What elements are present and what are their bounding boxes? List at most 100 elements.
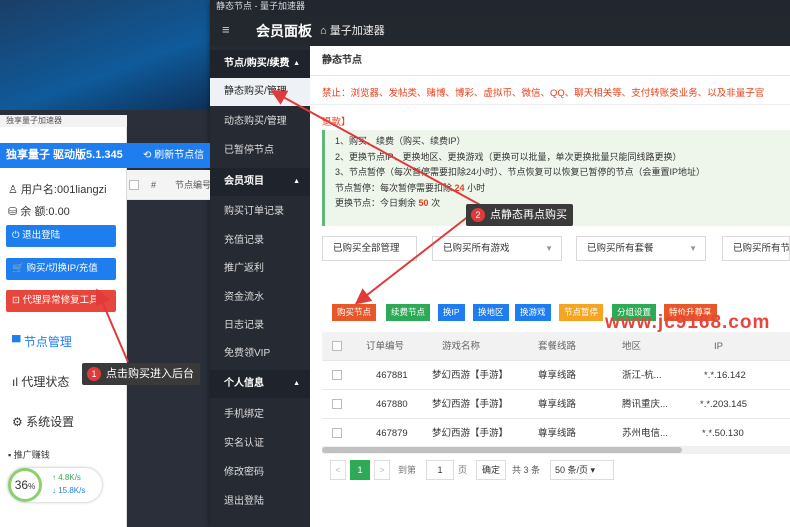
client-app-name: 独享量子 驱动版5.1.345 [0,143,127,168]
game-name: 梦幻西游【手游】 [432,399,509,410]
nav-group-profile[interactable]: 个人信息 [210,370,310,398]
top-bar: ≡ 会员面板 ⌂ 量子加速器 [210,14,790,46]
username: ♙ 用户名:001liangzi [8,184,107,196]
nav-group-member[interactable]: 会员项目 [210,168,310,196]
nav-logs[interactable]: 日志记录 [210,312,310,340]
table-header: 订单编号 游戏名称 套餐线路 地区 IP [322,332,790,361]
confirm-button[interactable]: 确定 [476,460,506,480]
filter-nodes[interactable]: 已购买所有节 [722,236,790,261]
order-no: 467880 [376,399,408,410]
menu-proxy-status[interactable]: ıl 代理状态 [12,373,69,390]
region: 苏州电信... [622,428,668,439]
side-nav: 节点/购买/续费 静态购买/管理 动态购买/管理 已暂停节点 会员项目 购买订单… [210,46,310,527]
nav-referral[interactable]: 推广返利 [210,255,310,283]
filter-packages[interactable]: 已购买所有套餐 ▼ [576,236,706,261]
table-row[interactable]: 467879 梦幻西游【手游】 尊享线路 苏州电信... *.*.50.130 [322,419,790,448]
page-input[interactable]: 1 [426,460,454,480]
filter-games[interactable]: 已购买所有游戏 ▼ [432,236,562,261]
table-row[interactable]: 467881 梦幻西游【手游】 尊享线路 浙江-杭... *.*.16.142 [322,361,790,390]
row-checkbox[interactable] [332,428,342,438]
filter-manage[interactable]: 已购买全部管理 [322,236,417,261]
home-link[interactable]: ⌂ 量子加速器 [320,22,385,38]
nav-password[interactable]: 修改密码 [210,459,310,487]
nav-group-nodes[interactable]: 节点/购买/续费 [210,50,310,78]
page-1[interactable]: 1 [350,460,370,480]
menu-toggle-icon[interactable]: ≡ [222,22,230,37]
nav-realname[interactable]: 实名认证 [210,430,310,458]
region: 浙江-杭... [622,370,662,381]
nav-dynamic-buy[interactable]: 动态购买/管理 [210,108,310,136]
prohibited-notice: 禁止：浏览器、发帖类、赌博、博彩、虚拟币、微信、QQ、聊天相关等、支付转账类业务… [322,88,765,99]
nav-orders[interactable]: 购买订单记录 [210,198,310,226]
upload-speed: ↑ 4.8K/s [52,473,81,482]
total-count: 共 3 条 [512,465,541,475]
breadcrumb: 静态节点 [310,46,790,76]
member-panel-window: 静态节点 - 量子加速器 ≡ 会员面板 ⌂ 量子加速器 节点/购买/续费 静态购… [210,0,790,527]
main-content: 静态节点 禁止：浏览器、发帖类、赌博、博彩、虚拟币、微信、QQ、聊天相关等、支付… [310,46,790,527]
callout-static: 2 点静态再点购买 [466,204,573,226]
nav-phone[interactable]: 手机绑定 [210,401,310,429]
proxy-fix-button[interactable]: ⊡ 代理异常修复工具 [6,290,116,312]
pause-node-button[interactable]: 节点暂停 [559,304,604,321]
refund-note: 退款】 [322,117,351,128]
nav-static-buy[interactable]: 静态购买/管理 [210,78,310,106]
row-checkbox[interactable] [332,370,342,380]
menu-node-manage[interactable]: ▀ 节点管理 [12,333,72,350]
download-speed: ↓ 15.8K/s [52,486,86,495]
node-table-header: # 节点编号 [127,170,212,200]
client-app-window: 独享量子加速器 独享量子 驱动版5.1.345 ♙ 用户名:001liangzi… [0,115,127,527]
nav-funds[interactable]: 资金流水 [210,284,310,312]
chevron-down-icon: ▼ [689,244,697,253]
prev-page-icon[interactable]: < [330,460,346,480]
change-game-button[interactable]: 换游戏 [515,304,551,321]
speed-gauge: 36% ↑ 4.8K/s ↓ 15.8K/s [8,468,102,502]
scroll-thumb[interactable] [322,447,682,453]
checkbox[interactable] [129,180,139,190]
col-node-no: 节点编号 [175,180,212,190]
change-region-button[interactable]: 换地区 [473,304,509,321]
instruction-line: 1、购买、续费（购买、续费IP） [335,136,466,146]
ip: *.*.203.145 [700,399,748,410]
home-label: 量子加速器 [329,25,385,37]
user-icon: ♙ [8,184,21,196]
change-ip-button[interactable]: 换IP [438,304,465,321]
col-game[interactable]: 游戏名称 [442,332,480,361]
table-row[interactable]: 467880 梦幻西游【手游】 尊享线路 腾讯重庆... *.*.203.145 [322,390,790,419]
page-unit: 页 [458,465,468,475]
buy-node-button[interactable]: 购买节点 [332,304,377,321]
nav-logout[interactable]: 退出登陆 [210,488,310,516]
line-name: 尊享线路 [538,399,577,410]
monitor-icon: ▀ [12,335,24,349]
divider [310,104,790,105]
instruction-line: 3、节点暂停（每次暂停需要扣除24小时）、节点恢复可以恢复已暂停的节点（会重置I… [335,167,706,177]
next-page-icon[interactable]: > [374,460,390,480]
bars-icon: ıl [12,375,22,389]
renew-node-button[interactable]: 续费节点 [386,304,431,321]
refresh-nodes-button[interactable]: ⟲ 刷新节点信 [127,143,210,168]
watermark: www.jc9168.com [605,312,771,333]
nav-free-vip[interactable]: 免费领VIP [210,340,310,368]
client-title: 独享量子加速器 [0,115,127,127]
gear-icon: ⚙ [12,415,27,429]
col-region[interactable]: 地区 [622,332,641,361]
promo-link[interactable]: ▪ 推广赚钱 [8,448,50,461]
nav-paused-nodes[interactable]: 已暂停节点 [210,137,310,165]
chevron-down-icon: ▾ [590,465,596,475]
col-line[interactable]: 套餐线路 [538,332,576,361]
select-all-checkbox[interactable] [332,341,342,351]
client-logout-button[interactable]: ⏻ 退出登陆 [6,225,116,247]
menu-settings[interactable]: ⚙ 系统设置 [12,413,74,430]
col-order-no[interactable]: 订单编号 [366,332,404,361]
page-size-select[interactable]: 50 条/页 ▾ [550,460,614,480]
goto-label: 到第 [398,465,417,475]
game-name: 梦幻西游【手游】 [432,370,509,381]
col-hash: # [151,180,157,190]
client-buy-button[interactable]: 🛒 购买/切换IP/充值 [6,258,116,280]
nav-recharge[interactable]: 充值记录 [210,227,310,255]
game-name: 梦幻西游【手游】 [432,428,509,439]
row-checkbox[interactable] [332,399,342,409]
horizontal-scrollbar[interactable] [322,446,790,454]
line-name: 尊享线路 [538,370,577,381]
window-title: 静态节点 - 量子加速器 [210,0,790,14]
callout-buy: 1 点击购买进入后台 [82,363,200,385]
